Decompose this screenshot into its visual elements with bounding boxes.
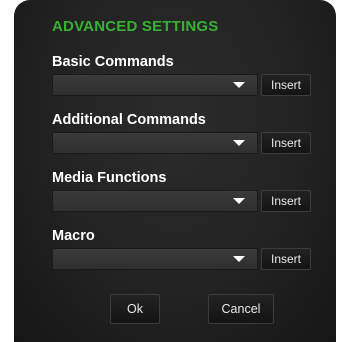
basic-commands-insert-button[interactable]: Insert — [261, 74, 311, 96]
additional-commands-dropdown[interactable] — [52, 132, 258, 154]
chevron-down-icon — [233, 82, 245, 88]
macro-dropdown[interactable] — [52, 248, 258, 270]
chevron-down-icon — [233, 140, 245, 146]
section-media-functions: Media Functions Insert — [52, 170, 322, 230]
macro-insert-button[interactable]: Insert — [261, 248, 311, 270]
section-basic-commands: Basic Commands Insert — [52, 54, 322, 114]
media-functions-insert-button[interactable]: Insert — [261, 190, 311, 212]
cancel-button[interactable]: Cancel — [208, 294, 274, 324]
chevron-down-icon — [233, 256, 245, 262]
section-label: Macro — [52, 228, 95, 244]
chevron-down-icon — [233, 198, 245, 204]
section-label: Media Functions — [52, 170, 167, 186]
section-additional-commands: Additional Commands Insert — [52, 112, 322, 172]
section-label: Additional Commands — [52, 112, 206, 128]
ok-button[interactable]: Ok — [110, 294, 160, 324]
section-label: Basic Commands — [52, 54, 174, 70]
basic-commands-dropdown[interactable] — [52, 74, 258, 96]
advanced-settings-dialog: ADVANCED SETTINGS Basic Commands Insert … — [14, 0, 336, 342]
section-macro: Macro Insert — [52, 228, 322, 288]
media-functions-dropdown[interactable] — [52, 190, 258, 212]
dialog-title: ADVANCED SETTINGS — [52, 18, 219, 35]
additional-commands-insert-button[interactable]: Insert — [261, 132, 311, 154]
